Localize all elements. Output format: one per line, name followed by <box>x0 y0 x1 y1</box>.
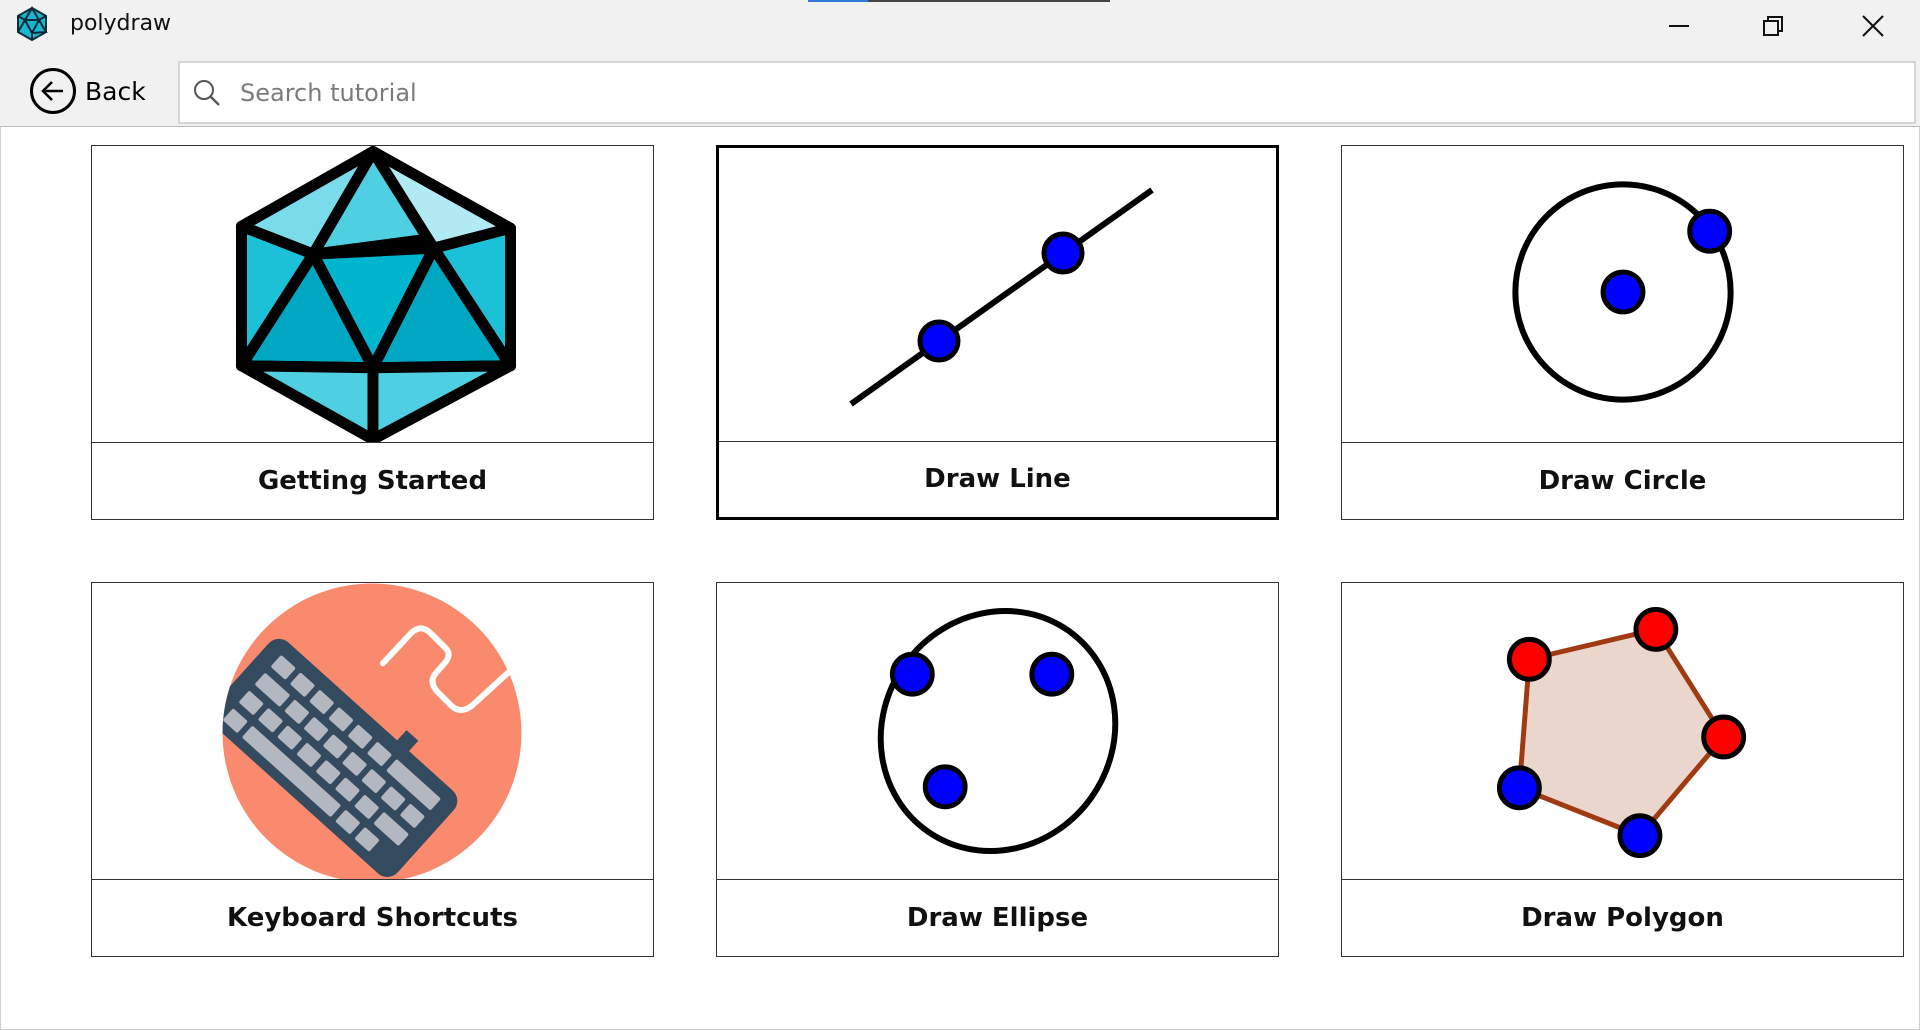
tutorial-card-label: Draw Circle <box>1538 466 1707 496</box>
restore-button[interactable] <box>1726 0 1820 51</box>
tutorial-card-getting-started[interactable]: Getting Started <box>91 145 654 520</box>
restore-icon <box>1763 15 1783 36</box>
tutorial-card-draw-polygon[interactable]: Draw Polygon <box>1341 582 1904 957</box>
tutorial-card-draw-line[interactable]: Draw Line <box>716 145 1279 520</box>
circle-icon <box>1512 181 1734 403</box>
back-arrow-icon <box>30 68 76 114</box>
title-accent-line <box>808 0 1110 2</box>
tutorial-thumbnail <box>92 146 653 443</box>
app-title: polydraw <box>70 11 172 36</box>
tutorial-card-draw-circle[interactable]: Draw Circle <box>1341 145 1904 520</box>
search-icon <box>194 79 220 106</box>
keyboard-icon <box>222 583 522 879</box>
tutorial-card-label: Draw Ellipse <box>906 903 1089 933</box>
tutorial-card-label: Draw Line <box>924 463 1071 494</box>
tutorial-thumbnail <box>1342 146 1903 443</box>
line-icon <box>849 187 1154 407</box>
ellipse-icon <box>877 608 1119 854</box>
tutorial-card-draw-ellipse[interactable]: Draw Ellipse <box>716 582 1279 957</box>
minimize-icon <box>1669 24 1689 27</box>
title-bar: polydraw <box>0 0 1920 51</box>
search-box[interactable] <box>178 61 1916 124</box>
polygon-icon <box>1496 606 1747 859</box>
minimize-button[interactable] <box>1632 0 1726 51</box>
tutorial-card-label: Keyboard Shortcuts <box>227 903 518 933</box>
back-button[interactable]: Back <box>30 65 150 117</box>
close-icon <box>1862 14 1884 37</box>
tutorial-card-label: Getting Started <box>257 466 488 496</box>
tutorial-card-label: Draw Polygon <box>1521 903 1724 933</box>
tutorial-thumbnail <box>717 583 1278 880</box>
close-button[interactable] <box>1826 0 1920 51</box>
tutorial-thumbnail <box>719 148 1276 442</box>
tutorial-thumbnail <box>92 583 653 880</box>
search-input[interactable] <box>238 77 1842 108</box>
toolbar: Back <box>0 51 1920 126</box>
back-label: Back <box>85 76 146 106</box>
tutorial-grid: Getting Started Draw Line Draw Circle Ke… <box>0 126 1920 1030</box>
tutorial-thumbnail <box>1342 583 1903 880</box>
tutorial-card-keyboard-shortcuts[interactable]: Keyboard Shortcuts <box>91 582 654 957</box>
polydraw-logo-icon <box>17 6 48 42</box>
icosahedron-icon <box>235 146 516 442</box>
